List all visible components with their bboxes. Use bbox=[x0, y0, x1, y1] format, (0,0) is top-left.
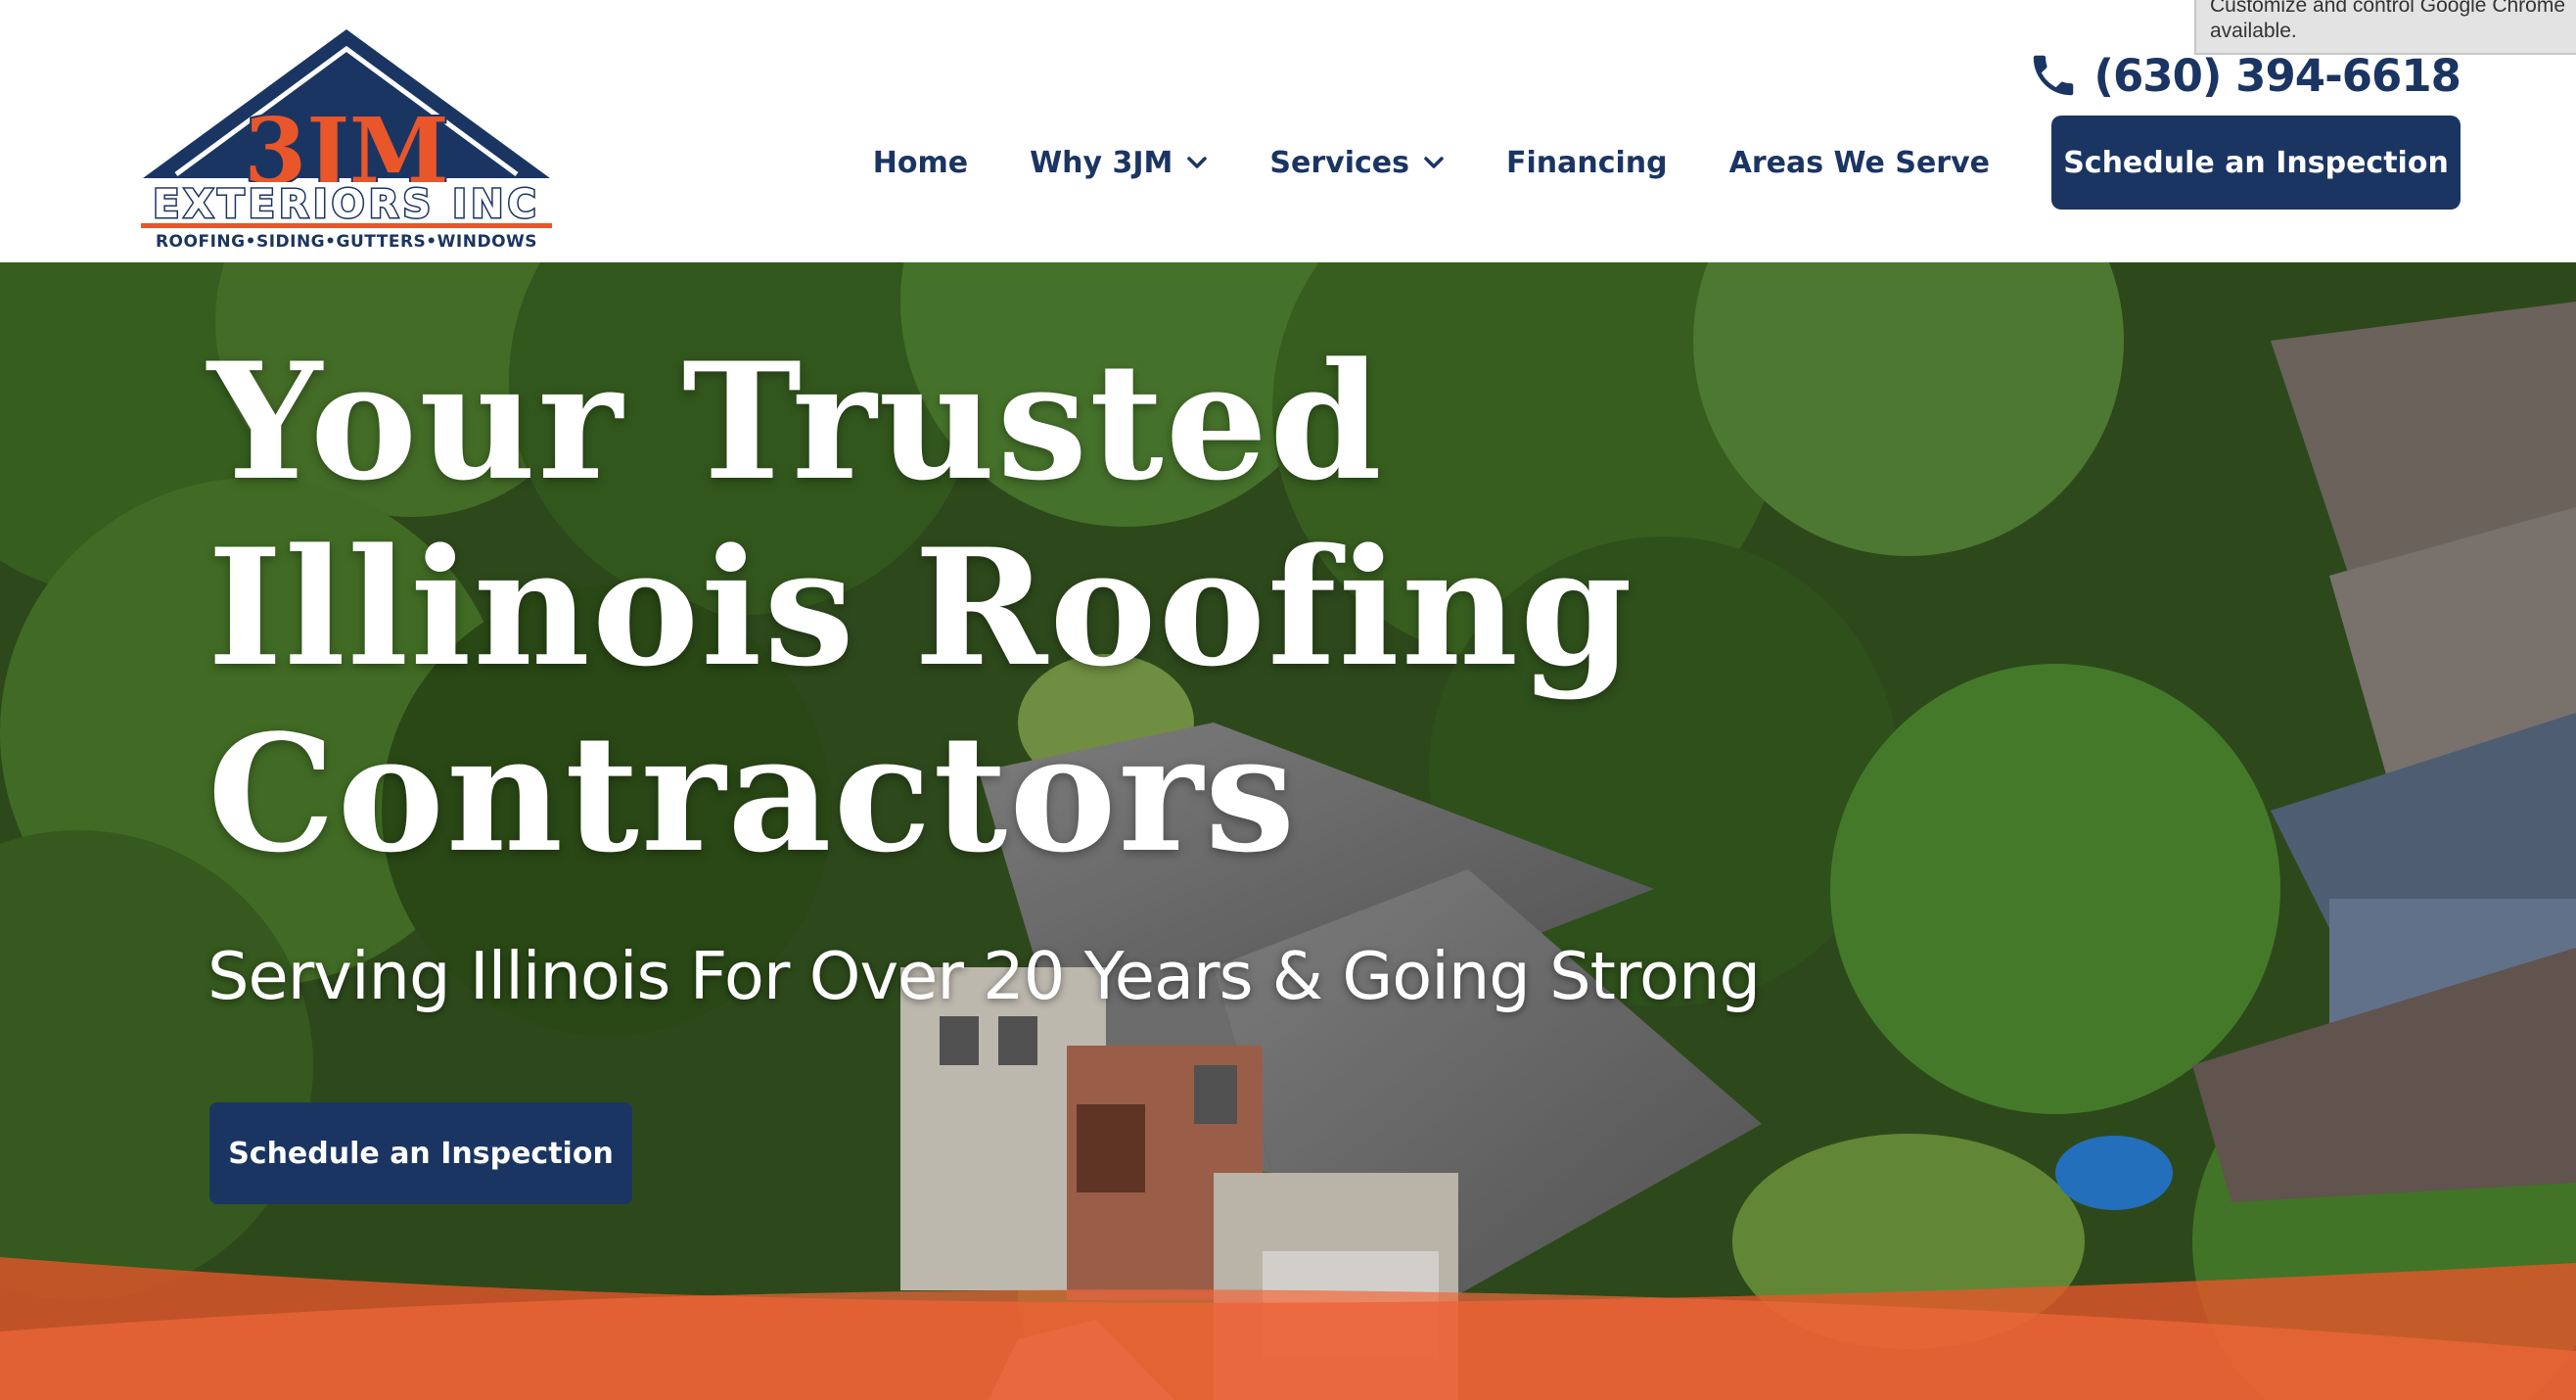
hero-subtitle: Serving Illinois For Over 20 Years & Goi… bbox=[207, 938, 1761, 1014]
company-logo[interactable]: 3JM EXTERIORS INC ROOFING•SIDING•GUTTERS… bbox=[137, 27, 556, 252]
tooltip-line-1: Customize and control Google Chrome bbox=[2210, 0, 2566, 17]
chevron-down-icon[interactable] bbox=[1423, 156, 1445, 169]
hero-title-line: Contractors bbox=[207, 699, 1298, 888]
nav-item-why-3jm[interactable]: Why 3JM bbox=[1030, 146, 1208, 180]
nav-item-areas-we-serve[interactable]: Areas We Serve bbox=[1729, 146, 1990, 180]
hero-title: Your Trusted Illinois Roofing Contractor… bbox=[207, 329, 1634, 887]
nav-item-label[interactable]: Services bbox=[1269, 146, 1409, 180]
hero-bottom-wave bbox=[0, 1257, 2576, 1400]
logo-graphic: 3JM EXTERIORS INC ROOFING•SIDING•GUTTERS… bbox=[141, 29, 552, 252]
chevron-down-icon[interactable] bbox=[1186, 156, 1208, 169]
schedule-inspection-hero-button[interactable]: Schedule an Inspection bbox=[209, 1102, 632, 1204]
phone-icon bbox=[2034, 55, 2074, 96]
hero-title-line: Illinois Roofing bbox=[207, 513, 1634, 702]
phone-link[interactable]: (630) 394-6618 bbox=[2027, 49, 2461, 102]
schedule-inspection-nav-button[interactable]: Schedule an Inspection bbox=[2051, 116, 2461, 210]
main-nav: Home Why 3JM Services Financing Areas We… bbox=[873, 116, 2461, 210]
site-header: 3JM EXTERIORS INC ROOFING•SIDING•GUTTERS… bbox=[0, 0, 2576, 262]
nav-item-services[interactable]: Services bbox=[1269, 146, 1445, 180]
svg-text:ROOFING•SIDING•GUTTERS•WINDOWS: ROOFING•SIDING•GUTTERS•WINDOWS bbox=[156, 232, 537, 251]
browser-tooltip: Customize and control Google Chrome avai… bbox=[2194, 0, 2576, 55]
nav-item-label[interactable]: Why 3JM bbox=[1030, 146, 1173, 180]
nav-item-label[interactable]: Financing bbox=[1506, 146, 1668, 180]
nav-item-label[interactable]: Areas We Serve bbox=[1729, 146, 1990, 180]
nav-item-label[interactable]: Home bbox=[873, 146, 968, 180]
tooltip-line-2: available. bbox=[2210, 20, 2297, 42]
svg-text:EXTERIORS INC: EXTERIORS INC bbox=[153, 182, 540, 227]
hero-title-line: Your Trusted bbox=[207, 327, 1384, 516]
phone-number[interactable]: (630) 394-6618 bbox=[2093, 50, 2461, 102]
nav-item-home[interactable]: Home bbox=[873, 146, 968, 180]
nav-item-financing[interactable]: Financing bbox=[1506, 146, 1668, 180]
hero-section: Your Trusted Illinois Roofing Contractor… bbox=[0, 262, 2576, 1400]
